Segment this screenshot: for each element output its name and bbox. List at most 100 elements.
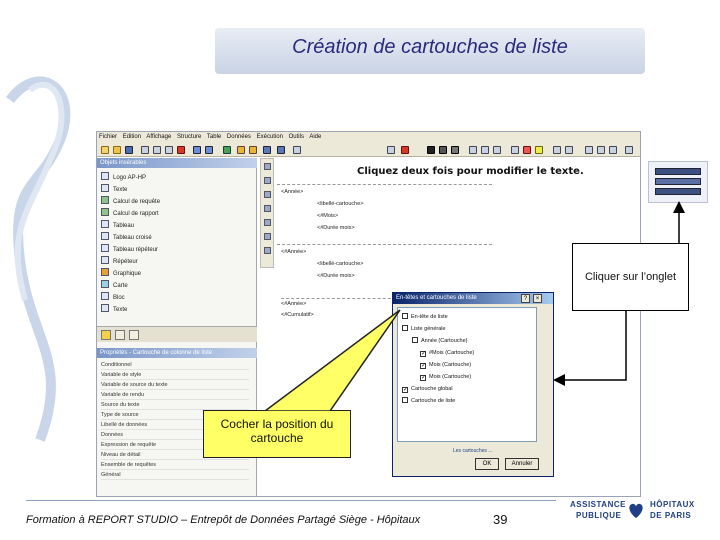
checkbox[interactable] (402, 313, 408, 319)
italic-icon[interactable] (439, 146, 447, 154)
ok-button[interactable]: OK (475, 458, 499, 470)
canvas-banner-text[interactable]: Cliquez deux fois pour modifier le texte… (357, 166, 584, 177)
tree-item[interactable]: ✓ Mois (Cartouche) (420, 360, 471, 370)
group-icon[interactable] (263, 146, 271, 154)
font-color-icon[interactable] (523, 146, 531, 154)
property-row[interactable]: Ensemble de requêtes (101, 460, 249, 470)
tab-source-icon[interactable] (115, 330, 125, 340)
list-row[interactable]: <#Mois> (317, 211, 477, 222)
copy-icon[interactable] (153, 146, 161, 154)
align-center-icon[interactable] (481, 146, 489, 154)
tab-insertable-objects-icon[interactable] (101, 330, 111, 340)
style-object-icon[interactable] (264, 233, 271, 240)
menu-table[interactable]: Table (207, 134, 221, 140)
property-row[interactable]: Variable de style (101, 370, 249, 380)
tree-item[interactable]: Année (Cartouche) (412, 336, 467, 346)
checkbox[interactable] (402, 325, 408, 331)
undo-icon[interactable] (193, 146, 201, 154)
checkbox-checked[interactable]: ✓ (420, 363, 426, 369)
menu-affichage[interactable]: Affichage (146, 134, 171, 140)
list-row[interactable]: <#Durée mois> (317, 223, 477, 234)
underline-icon[interactable] (451, 146, 459, 154)
align-right-icon[interactable] (493, 146, 501, 154)
delete-icon[interactable] (177, 146, 185, 154)
object-item[interactable]: Bloc (101, 292, 241, 303)
list-row[interactable]: <#Année> (281, 247, 481, 258)
paste-icon[interactable] (165, 146, 173, 154)
help-icon[interactable]: ? (521, 294, 530, 303)
run-report-icon[interactable] (223, 146, 231, 154)
list-row[interactable]: <#Année> (281, 298, 401, 309)
list-row[interactable]: <Année> (281, 187, 481, 198)
table-icon[interactable] (553, 146, 561, 154)
menu-outils[interactable]: Outils (289, 134, 304, 140)
stop-icon[interactable] (401, 146, 409, 154)
menu-aide[interactable]: Aide (309, 134, 321, 140)
filter-icon[interactable] (237, 146, 245, 154)
bold-icon[interactable] (427, 146, 435, 154)
tree-item[interactable]: En-tête de liste (402, 312, 448, 322)
layout-icon[interactable] (597, 146, 605, 154)
list-row[interactable]: <libellé-cartouche> (317, 199, 477, 210)
object-item[interactable]: Calcul de rapport (101, 208, 241, 219)
object-item[interactable]: Tableau (101, 220, 241, 231)
align-left-icon[interactable] (469, 146, 477, 154)
sort-icon[interactable] (249, 146, 257, 154)
object-item[interactable]: Répéteur (101, 256, 241, 267)
object-item[interactable]: Carte (101, 280, 241, 291)
chart-icon[interactable] (293, 146, 301, 154)
object-item[interactable]: Tableau croisé (101, 232, 241, 243)
property-row[interactable]: Variable de rendu (101, 390, 249, 400)
zoom-icon[interactable] (387, 146, 395, 154)
variable-icon[interactable] (264, 205, 271, 212)
help-icon[interactable] (625, 146, 633, 154)
close-icon[interactable]: × (533, 294, 542, 303)
save-icon[interactable] (125, 146, 133, 154)
property-row[interactable]: Variable de source du texte (101, 380, 249, 390)
list-row[interactable]: <#Cumulatif> (281, 310, 401, 321)
sum-icon[interactable] (277, 146, 285, 154)
checkbox-checked[interactable]: ✓ (420, 351, 426, 357)
menu-execution[interactable]: Exécution (257, 134, 283, 140)
redo-icon[interactable] (205, 146, 213, 154)
list-row[interactable]: <#Durée mois> (317, 271, 477, 282)
tree-item[interactable]: Cartouche de liste (402, 396, 455, 406)
object-item[interactable]: Tableau répéteur (101, 244, 241, 255)
tree-item[interactable]: ✓ Mois (Cartouche) (420, 372, 471, 382)
object-item[interactable]: Logo AP-HP (101, 172, 241, 183)
property-row[interactable]: Conditionnel (101, 360, 249, 370)
list-row[interactable]: <libellé-cartouche> (317, 259, 477, 270)
property-row[interactable]: Source du texte (101, 400, 249, 410)
tree-item[interactable]: Liste générale (402, 324, 446, 334)
cancel-button[interactable]: Annuler (505, 458, 539, 470)
fill-color-icon[interactable] (535, 146, 543, 154)
object-item[interactable]: Texte (101, 184, 241, 195)
properties-icon[interactable] (585, 146, 593, 154)
menu-structure[interactable]: Structure (177, 134, 201, 140)
checkbox-checked[interactable]: ✓ (420, 375, 426, 381)
cut-icon[interactable] (141, 146, 149, 154)
menu-fichier[interactable]: Fichier (99, 134, 117, 140)
object-item[interactable]: Texte (101, 304, 241, 315)
structure-icon[interactable] (264, 247, 271, 254)
border-icon[interactable] (511, 146, 519, 154)
new-icon[interactable] (101, 146, 109, 154)
tab-data-items-icon[interactable] (129, 330, 139, 340)
property-row[interactable]: Général (101, 470, 249, 480)
checkbox[interactable] (402, 397, 408, 403)
tree-item[interactable]: ✓ #Mois (Cartouche) (420, 348, 474, 358)
object-item[interactable]: Calcul de requête (101, 196, 241, 207)
checkbox-checked[interactable]: ✓ (402, 387, 408, 393)
page-explorer-icon[interactable] (264, 163, 271, 170)
open-icon[interactable] (113, 146, 121, 154)
merge-cells-icon[interactable] (565, 146, 573, 154)
menu-donnees[interactable]: Données (227, 134, 251, 140)
menu-edition[interactable]: Edition (123, 134, 141, 140)
condition-explorer-icon[interactable] (264, 191, 271, 198)
object-item[interactable]: Graphique (101, 268, 241, 279)
tree-item[interactable]: ✓ Cartouche global (402, 384, 453, 394)
checkbox[interactable] (412, 337, 418, 343)
layout-object-icon[interactable] (264, 219, 271, 226)
style-icon[interactable] (609, 146, 617, 154)
query-explorer-icon[interactable] (264, 177, 271, 184)
